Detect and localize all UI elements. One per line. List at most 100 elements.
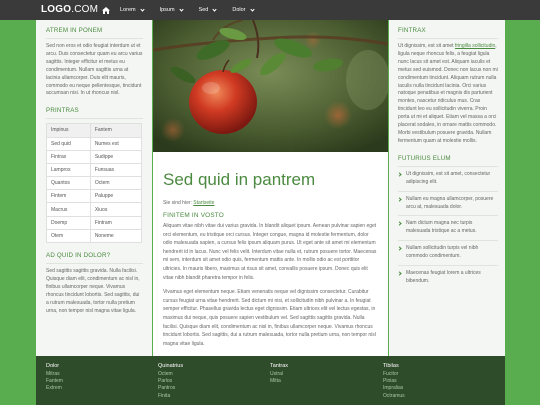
fintrax-link[interactable]: fringilla sollicitudin bbox=[455, 43, 495, 49]
nav-label: Lorem bbox=[120, 7, 136, 13]
futurius-list: Ut dignissim, est sit amet, consectetur … bbox=[397, 170, 498, 290]
table-header-cell: Fantem bbox=[89, 123, 143, 138]
atrem-heading: ATREM IN PONEM bbox=[46, 27, 103, 34]
list-item: Nullam sollicitudin turpis vel nibh comm… bbox=[397, 245, 498, 267]
fintrax-heading: FINTRAX bbox=[398, 27, 426, 34]
nav-item-ipsum[interactable]: Ipsum bbox=[159, 6, 184, 13]
footer-link[interactable]: Octramus bbox=[383, 393, 405, 400]
paragraph: Aliquam vitae nibh vitae dui varius grav… bbox=[163, 223, 377, 281]
footer-heading: Quinatrius bbox=[158, 363, 184, 369]
ad-heading: AD QUID IN DOLOR? bbox=[46, 252, 111, 260]
logo-light-text: .COM bbox=[71, 4, 99, 15]
breadcrumb-prefix: Sie sind hier: bbox=[163, 200, 192, 206]
table-row: Doemp Fintram bbox=[46, 215, 143, 230]
chevron-down-icon bbox=[139, 6, 145, 12]
breadcrumb: Sie sind hier: Startseite bbox=[163, 200, 378, 206]
table-cell: Fintrax bbox=[46, 149, 91, 164]
list-item-text: Maecenas feugiat lorem a ultrices bibend… bbox=[406, 270, 481, 284]
chevron-right-icon bbox=[397, 221, 402, 227]
ad-text: Sed sagittis sagittis gravida. Nulla fac… bbox=[46, 268, 140, 314]
fintrax-text-post: , ligula neque rhoncus felis, a feugiat … bbox=[398, 43, 498, 144]
list-item-text: Nullam eu magna ullamcorper, posuere arc… bbox=[406, 195, 494, 210]
paragraph: Vivamus eget elementum neque. Etiam vene… bbox=[163, 289, 376, 347]
footer-link[interactable]: Ustral bbox=[270, 371, 288, 378]
main-nav: Lorem Ipsum Sed Dolor bbox=[100, 0, 270, 20]
list-item: Ut dignissim, est sit amet, consectetur … bbox=[397, 170, 498, 192]
footer-col-tibilas: Tibilas Fucitor Pinias Impralias Octramu… bbox=[383, 363, 405, 400]
main-body: Sed quid in pantrem Sie sind hier: Start… bbox=[153, 170, 388, 348]
footer-col-quinatrius: Quinatrius Octem Parlos Pantros Finita bbox=[158, 363, 183, 400]
chevron-down-icon bbox=[249, 6, 255, 12]
nav-label: Ipsum bbox=[159, 7, 175, 13]
footer-link[interactable]: Octem bbox=[158, 371, 183, 378]
main-content: Sed quid in pantrem Sie sind hier: Start… bbox=[153, 20, 388, 356]
table-cell: Sed quid bbox=[46, 136, 91, 151]
nav-item-lorem[interactable]: Lorem bbox=[120, 6, 145, 13]
footer-link[interactable]: Pantros bbox=[158, 385, 183, 392]
nav-item-sed[interactable]: Sed bbox=[198, 6, 217, 13]
nav-item-dolor[interactable]: Dolor bbox=[232, 6, 255, 13]
fintrax-text-pre: Ut dignissim, est sit amet bbox=[398, 43, 454, 49]
table-header-cell: Impinus bbox=[46, 123, 91, 138]
chevron-down-icon bbox=[212, 6, 217, 12]
divider bbox=[46, 38, 143, 39]
footer-link[interactable]: Mitras bbox=[46, 371, 63, 378]
nav-label: Dolor bbox=[232, 7, 246, 13]
footer-link[interactable]: Pinias bbox=[383, 378, 405, 385]
table-cell: Fintem bbox=[46, 189, 91, 204]
fintrax-text: Ut dignissim, est sit amet fringilla sol… bbox=[398, 43, 498, 146]
section-heading: FINITEM IN VOSTO bbox=[163, 212, 224, 219]
atrem-text: Sed non eros et odio feugiat interdum ut… bbox=[46, 43, 143, 97]
footer-link[interactable]: Fantem bbox=[46, 378, 63, 385]
printras-table: Impinus Fantem Sed quid Numes est Fintrax… bbox=[46, 123, 143, 244]
nav-label: Sed bbox=[198, 7, 209, 13]
table-cell: Macrus bbox=[46, 202, 91, 217]
left-sidebar: ATREM IN PONEM Sed non eros et odio feug… bbox=[36, 20, 152, 356]
list-item-text: Nullam sollicitudin turpis vel nibh comm… bbox=[406, 245, 479, 260]
right-sidebar: FINTRAX Ut dignissim, est sit amet fring… bbox=[389, 20, 505, 356]
table-cell: Funsuas bbox=[89, 162, 143, 178]
footer-heading: Tantrax bbox=[270, 363, 289, 369]
footer-col-dolor: Dolor Mitras Fantem Extrem bbox=[46, 363, 63, 393]
hero-image-apple bbox=[153, 20, 388, 152]
list-item: Nullam eu magna ullamcorper, posuere arc… bbox=[397, 195, 498, 217]
chevron-down-icon bbox=[178, 6, 184, 12]
logo-bold-text: LOGO bbox=[41, 4, 72, 15]
table-cell: Xiuos bbox=[89, 202, 143, 217]
futurius-heading: FUTURIUS ELUM bbox=[398, 154, 451, 162]
footer-col-tantrax: Tantrax Ustral Mitta bbox=[270, 363, 288, 385]
footer-link[interactable]: Impralias bbox=[383, 385, 405, 392]
footer-link[interactable]: Finita bbox=[158, 393, 183, 400]
list-item: Nam dictum magna nec turpis malesuada tr… bbox=[397, 220, 498, 242]
table-row: Macrus Xiuos bbox=[46, 202, 143, 217]
table-cell: Lampros bbox=[46, 162, 91, 178]
printras-heading: PRINTRAS bbox=[46, 107, 79, 115]
footer: Dolor Mitras Fantem Extrem Quinatrius Oc… bbox=[36, 356, 505, 405]
top-navbar: LOGO.COM Lorem Ipsum Sed Dolor bbox=[0, 0, 540, 20]
table-cell: Sudippe bbox=[89, 149, 143, 164]
table-row: Quantos Octem bbox=[46, 176, 143, 191]
table-cell: Octem bbox=[89, 176, 143, 191]
logo[interactable]: LOGO.COM bbox=[41, 4, 98, 15]
footer-link[interactable]: Fucitor bbox=[383, 371, 405, 378]
table-row: Fintem Paluppe bbox=[46, 189, 143, 204]
table-row: Fintrax Sudippe bbox=[46, 149, 143, 164]
divider bbox=[46, 263, 143, 265]
footer-link[interactable]: Mitta bbox=[270, 378, 288, 385]
home-icon[interactable] bbox=[100, 0, 112, 20]
divider bbox=[398, 38, 498, 39]
table-header-row: Impinus Fantem bbox=[46, 123, 143, 138]
footer-link[interactable]: Extrem bbox=[46, 385, 63, 392]
table-cell: Otem bbox=[46, 228, 91, 244]
footer-link[interactable]: Parlos bbox=[158, 378, 183, 385]
breadcrumb-home-link[interactable]: Startseite bbox=[193, 200, 214, 206]
chevron-right-icon bbox=[397, 271, 402, 276]
list-item-text: Ut dignissim, est sit amet, consectetur … bbox=[406, 170, 491, 185]
list-item: Maecenas feugiat lorem a ultrices bibend… bbox=[397, 270, 498, 290]
footer-heading: Tibilas bbox=[383, 363, 399, 369]
table-cell: Quantos bbox=[46, 176, 91, 191]
page-title: Sed quid in pantrem bbox=[163, 170, 316, 189]
table-cell: Numes est bbox=[89, 136, 143, 151]
table-cell: Paluppe bbox=[89, 189, 143, 204]
chevron-right-icon bbox=[397, 246, 402, 251]
